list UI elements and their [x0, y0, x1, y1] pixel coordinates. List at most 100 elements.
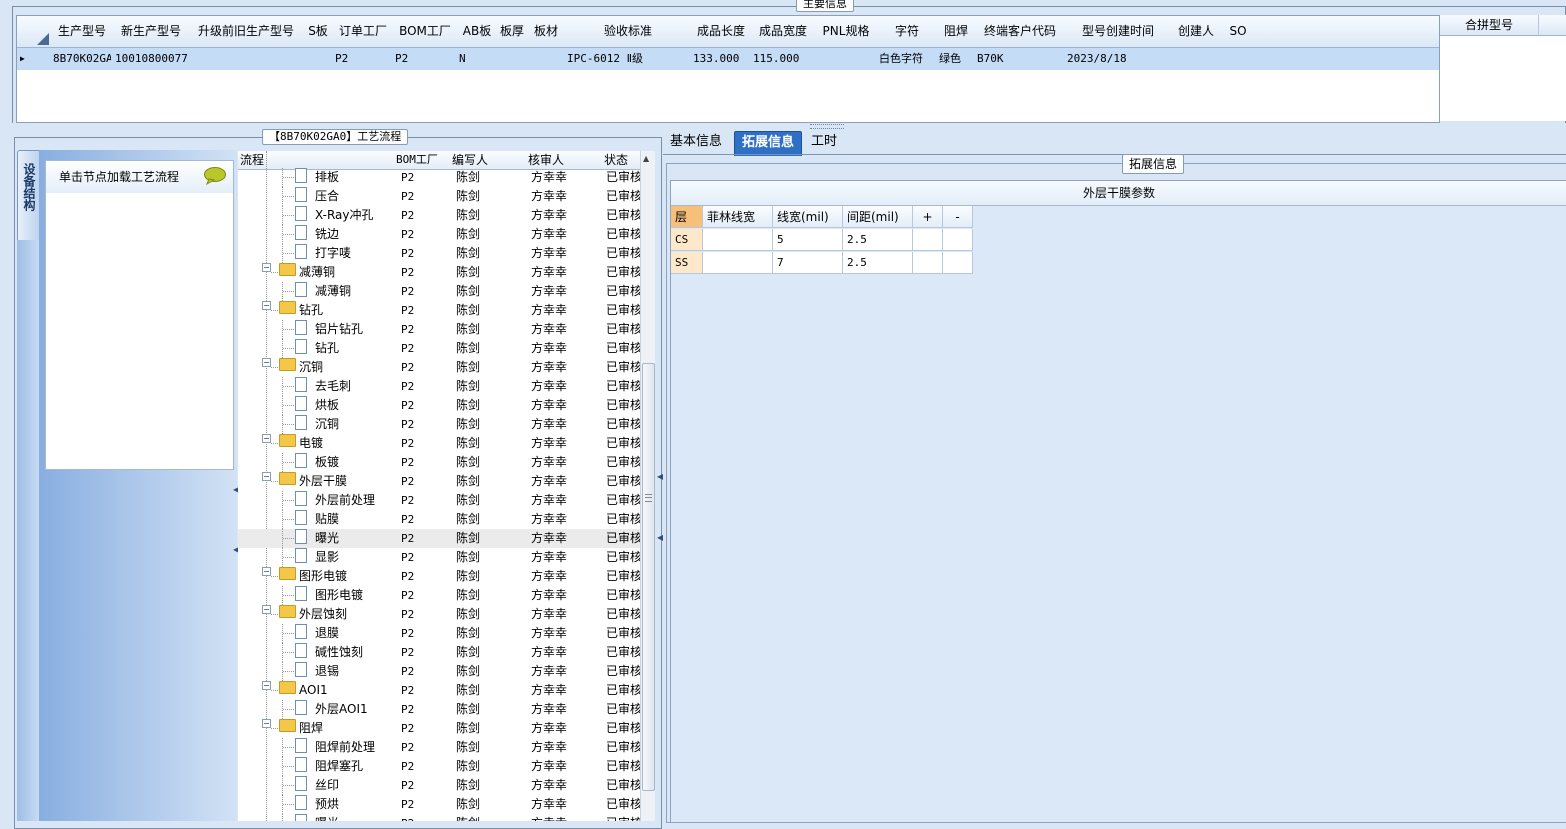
grid-cell[interactable]	[817, 49, 875, 69]
tree-row[interactable]: 钻孔 P2 陈剑 方幸幸 已审核	[238, 339, 640, 358]
tree-scrollbar[interactable]: ▲	[640, 151, 655, 821]
grid-cell[interactable]: P2	[395, 49, 455, 69]
collapse-icon[interactable]: −	[262, 434, 271, 443]
tree-row[interactable]: 打字唛 P2 陈剑 方幸幸 已审核	[238, 244, 640, 263]
param-column-header[interactable]: 间距(mil)	[843, 206, 913, 228]
column-header[interactable]: BOM工厂	[393, 16, 458, 48]
grid-cell[interactable]	[191, 49, 301, 69]
tree-row[interactable]: 外层前处理 P2 陈剑 方幸幸 已审核	[238, 491, 640, 510]
grid-cell[interactable]: 133.000	[693, 49, 749, 69]
param-column-header[interactable]: 菲林线宽	[703, 206, 773, 228]
column-header[interactable]: 成品长度	[691, 16, 752, 48]
column-header[interactable]: 板材	[527, 16, 566, 48]
param-cell[interactable]: 2.5	[843, 252, 913, 274]
column-header[interactable]: 终端客户代码	[975, 16, 1066, 48]
grid-cell[interactable]: 115.000	[753, 49, 813, 69]
tree-row[interactable]: 碱性蚀刻 P2 陈剑 方幸幸 已审核	[238, 643, 640, 662]
tab-1[interactable]: 拓展信息	[734, 131, 803, 156]
collapse-icon[interactable]: −	[262, 358, 271, 367]
grid-cell[interactable]: 绿色	[939, 49, 973, 69]
column-header[interactable]: 新生产型号	[113, 16, 190, 48]
column-header[interactable]: 板厚	[497, 16, 528, 48]
grid-cell[interactable]: P2	[335, 49, 391, 69]
layer-cell[interactable]: SS	[671, 252, 703, 274]
grid-cell[interactable]: B70K	[977, 49, 1063, 69]
main-grid[interactable]: ▶ 生产型号8B70K02GA0新生产型号10010800077403升级前旧生产…	[16, 15, 1440, 123]
tree-row[interactable]: 退锡 P2 陈剑 方幸幸 已审核	[238, 662, 640, 681]
tree-row[interactable]: 阻焊塞孔 P2 陈剑 方幸幸 已审核	[238, 757, 640, 776]
column-header[interactable]: 字符	[877, 16, 938, 48]
tree-row[interactable]: 沉铜 P2 陈剑 方幸幸 已审核	[238, 415, 640, 434]
scroll-thumb[interactable]	[642, 363, 655, 791]
column-header[interactable]: SO	[1221, 16, 1256, 48]
column-header[interactable]: 创建人	[1171, 16, 1222, 48]
param-column-header[interactable]: 层	[671, 206, 703, 228]
collapse-icon[interactable]: −	[262, 605, 271, 614]
tree-row[interactable]: − 沉铜 P2 陈剑 方幸幸 已审核	[238, 358, 640, 377]
grid-cell[interactable]	[529, 49, 563, 69]
grid-cell[interactable]: 10010800077403	[115, 49, 187, 69]
column-header[interactable]: 成品宽度	[751, 16, 816, 48]
tree-row[interactable]: 阻焊前处理 P2 陈剑 方幸幸 已审核	[238, 738, 640, 757]
add-row-button[interactable]: +	[913, 206, 943, 228]
column-header[interactable]: S板	[303, 16, 334, 48]
merge-header[interactable]: 合拼型号	[1440, 15, 1539, 36]
tree-row[interactable]: 排板 P2 陈剑 方幸幸 已审核	[238, 168, 640, 187]
column-header[interactable]: PNL规格	[815, 16, 878, 48]
tree-row[interactable]: 铣边 P2 陈剑 方幸幸 已审核	[238, 225, 640, 244]
tree-row[interactable]: 外层AOI1 P2 陈剑 方幸幸 已审核	[238, 700, 640, 719]
tree-row[interactable]: 显影 P2 陈剑 方幸幸 已审核	[238, 548, 640, 567]
collapse-icon[interactable]: −	[262, 472, 271, 481]
tree-row[interactable]: − AOI1 P2 陈剑 方幸幸 已审核	[238, 681, 640, 700]
tree-row[interactable]: 压合 P2 陈剑 方幸幸 已审核	[238, 187, 640, 206]
column-header[interactable]: 验收标准	[565, 16, 692, 48]
side-tab[interactable]: 设备结构	[17, 150, 41, 242]
remove-row-button[interactable]: -	[943, 206, 973, 228]
tree-row[interactable]: 图形电镀 P2 陈剑 方幸幸 已审核	[238, 586, 640, 605]
param-cell[interactable]: 7	[773, 252, 843, 274]
param-cell[interactable]	[703, 252, 773, 274]
tab-2[interactable]: 工时	[804, 131, 844, 155]
collapse-icon[interactable]: −	[262, 301, 271, 310]
param-cell[interactable]	[913, 252, 943, 274]
grid-corner[interactable]	[17, 16, 52, 48]
collapse-icon[interactable]: −	[262, 567, 271, 576]
tree-row[interactable]: 退膜 P2 陈剑 方幸幸 已审核	[238, 624, 640, 643]
collapse-icon[interactable]: −	[262, 681, 271, 690]
grid-cell[interactable]	[1223, 49, 1253, 69]
grid-cell[interactable]: 8B70K02GA0	[53, 49, 111, 69]
tree-row[interactable]: − 减薄铜 P2 陈剑 方幸幸 已审核	[238, 263, 640, 282]
param-cell[interactable]	[913, 229, 943, 251]
tree-row[interactable]: 丝印 P2 陈剑 方幸幸 已审核	[238, 776, 640, 795]
grid-cell[interactable]: 2023/8/18	[1067, 49, 1169, 69]
param-column-header[interactable]: 线宽(mil)	[773, 206, 843, 228]
merge-header-extra[interactable]	[1539, 15, 1566, 36]
layer-cell[interactable]: CS	[671, 229, 703, 251]
tab-0[interactable]: 基本信息	[663, 131, 729, 155]
grid-cell[interactable]: 白色字符	[879, 49, 935, 69]
column-header[interactable]: 阻焊	[937, 16, 976, 48]
tree-row[interactable]: 板镀 P2 陈剑 方幸幸 已审核	[238, 453, 640, 472]
column-header[interactable]: 升级前旧生产型号	[189, 16, 304, 48]
param-cell[interactable]: 2.5	[843, 229, 913, 251]
tree-row[interactable]: 贴膜 P2 陈剑 方幸幸 已审核	[238, 510, 640, 529]
tree-row[interactable]: 去毛刺 P2 陈剑 方幸幸 已审核	[238, 377, 640, 396]
column-header[interactable]: 订单工厂	[333, 16, 394, 48]
process-tree[interactable]: 流程 BOM工厂 编写人 核审人 状态 排板 P2 陈剑 方幸幸 已审核 压合 P2 陈剑 方幸幸 已审核 X…	[238, 151, 640, 821]
tree-row[interactable]: 减薄铜 P2 陈剑 方幸幸 已审核	[238, 282, 640, 301]
collapse-icon[interactable]: −	[262, 263, 271, 272]
grid-cell[interactable]	[1173, 49, 1219, 69]
tree-row[interactable]: − 图形电镀 P2 陈剑 方幸幸 已审核	[238, 567, 640, 586]
tree-row[interactable]: 铝片钻孔 P2 陈剑 方幸幸 已审核	[238, 320, 640, 339]
param-cell[interactable]	[943, 229, 973, 251]
grid-cell[interactable]: IPC-6012 Ⅱ级	[567, 49, 689, 69]
tree-row[interactable]: − 钻孔 P2 陈剑 方幸幸 已审核	[238, 301, 640, 320]
column-header[interactable]: AB板	[457, 16, 498, 48]
scroll-up-icon[interactable]: ▲	[643, 154, 649, 163]
grid-cell[interactable]: N	[459, 49, 495, 69]
grid-cell[interactable]	[499, 49, 525, 69]
param-cell[interactable]	[703, 229, 773, 251]
tree-row[interactable]: − 电镀 P2 陈剑 方幸幸 已审核	[238, 434, 640, 453]
tree-row[interactable]: 预烘 P2 陈剑 方幸幸 已审核	[238, 795, 640, 814]
tree-row[interactable]: − 阻焊 P2 陈剑 方幸幸 已审核	[238, 719, 640, 738]
